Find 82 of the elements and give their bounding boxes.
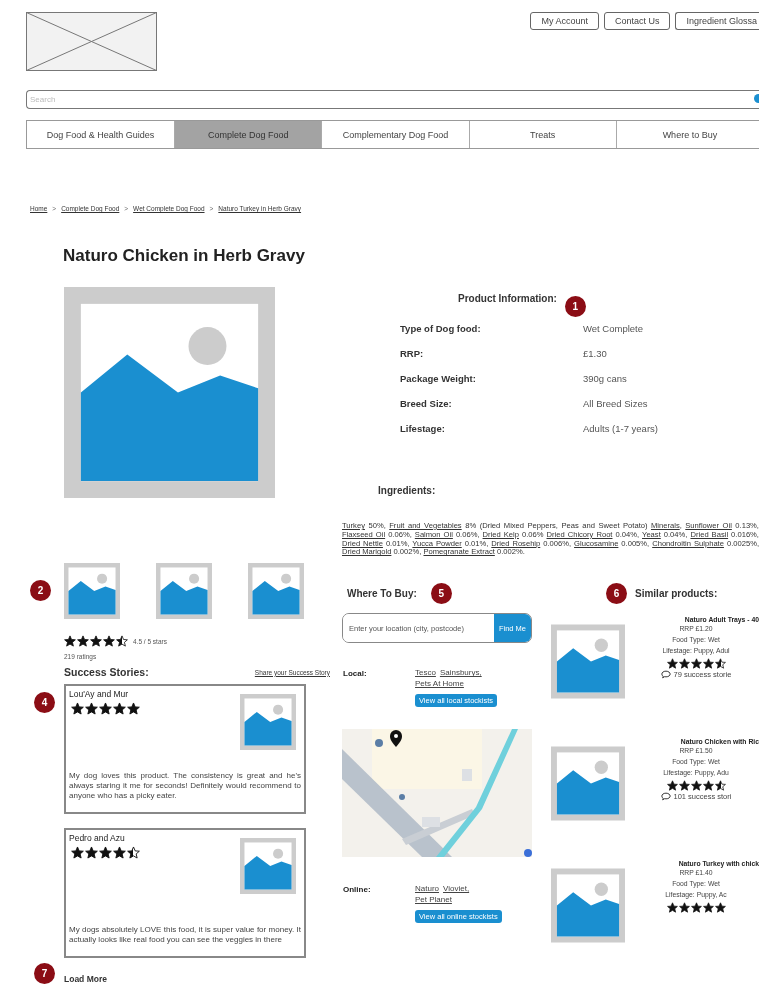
star-icon [103,635,115,647]
star-icon [99,702,112,715]
star-icon [714,780,726,792]
star-icon [71,702,84,715]
star-icon [714,902,726,914]
header-link-button[interactable]: Contact Us [603,12,671,30]
section-heading: Similar products: [635,588,718,600]
info-label: Type of Dog food: [400,323,482,334]
image-placeholder-icon [64,287,275,498]
info-value: £1.30 [583,348,608,359]
star-icon [116,635,128,647]
star-icon [678,658,690,670]
star-icon [702,902,714,914]
info-label: RRP: [400,348,425,359]
star-icon [690,902,702,914]
stockist-link[interactable]: Naturo [415,883,439,895]
header-link-button[interactable]: My Account [530,12,599,30]
info-label: Lifestage: [400,423,446,434]
number-badge: 7 [34,963,55,984]
image-placeholder-icon [551,623,625,701]
stockist-label: Online: [343,884,372,897]
story-text: My dogs absolutely LOVE this food, it is super value for money. It actually looks like real food you can see the veggies in there [69,925,301,945]
image-placeholder-icon [248,563,304,619]
logo-placeholder-icon [26,12,157,71]
star-icon [678,902,690,914]
speech-bubble-icon [660,670,671,680]
info-value: 390g cans [583,373,628,384]
number-badge: 2 [30,580,51,601]
star-icon [71,846,84,859]
stockist-link[interactable]: Sainsburys, [439,667,482,679]
product-title: Naturo Chicken in Herb Gravy [63,246,306,266]
story-text: My dog loves this product. The consistency is great and he's always staring it me for seconds! Definitely would recommend to anyone who has a picky eater. [69,771,301,801]
star-icon [666,658,678,670]
star-icon [666,902,678,914]
speech-bubble-icon [660,792,671,802]
section-heading: Ingredients: [378,485,437,496]
star-icon [64,635,76,647]
star-icon [77,635,89,647]
image-placeholder-icon [240,838,296,894]
image-placeholder-icon [156,563,212,619]
load-more-link[interactable]: Load More [64,974,107,984]
star-icon [99,846,112,859]
number-badge: 4 [34,692,55,713]
star-icon [85,846,98,859]
section-heading: Product Information: [458,293,557,304]
star-icon [714,658,726,670]
info-value: Wet Complete [583,323,644,334]
stockist-link[interactable]: Tesco [415,667,436,679]
image-placeholder-icon [551,867,625,945]
story-author: Lou'Ay and Mur [69,689,130,699]
number-badge: 5 [430,583,452,605]
stockist-link[interactable]: Pets At Home [415,678,464,690]
star-icon [85,702,98,715]
star-icon [113,702,126,715]
header-link-button[interactable]: Ingredient Glossa [675,12,759,30]
info-label: Breed Size: [400,398,453,409]
star-icon [678,780,690,792]
story-author: Pedro and Azu [69,833,126,843]
number-badge: 1 [564,296,586,317]
image-placeholder-icon [64,563,120,619]
star-icon [666,780,678,792]
stockist-link[interactable]: Vioviet, [443,883,470,895]
star-icon [113,846,126,859]
star-icon [702,658,714,670]
info-label: Package Weight: [400,373,477,384]
info-value: All Breed Sizes [583,398,649,409]
star-icon [127,846,140,859]
star-icon [90,635,102,647]
info-value: Adults (1-7 years) [583,423,659,434]
section-heading: Where To Buy: [347,588,417,600]
image-placeholder-icon [240,694,296,750]
stockist-link[interactable]: Pet Planet [415,894,452,906]
number-badge: 6 [606,583,627,605]
star-icon [702,780,714,792]
star-icon [127,702,140,715]
star-icon [690,658,702,670]
section-heading: Success Stories: [64,666,149,678]
search-field[interactable]: Search [26,90,759,109]
stockist-label: Local: [343,668,368,681]
star-icon [690,780,702,792]
image-placeholder-icon [551,745,625,823]
nav-tab[interactable]: Complete Dog Food [174,121,322,148]
